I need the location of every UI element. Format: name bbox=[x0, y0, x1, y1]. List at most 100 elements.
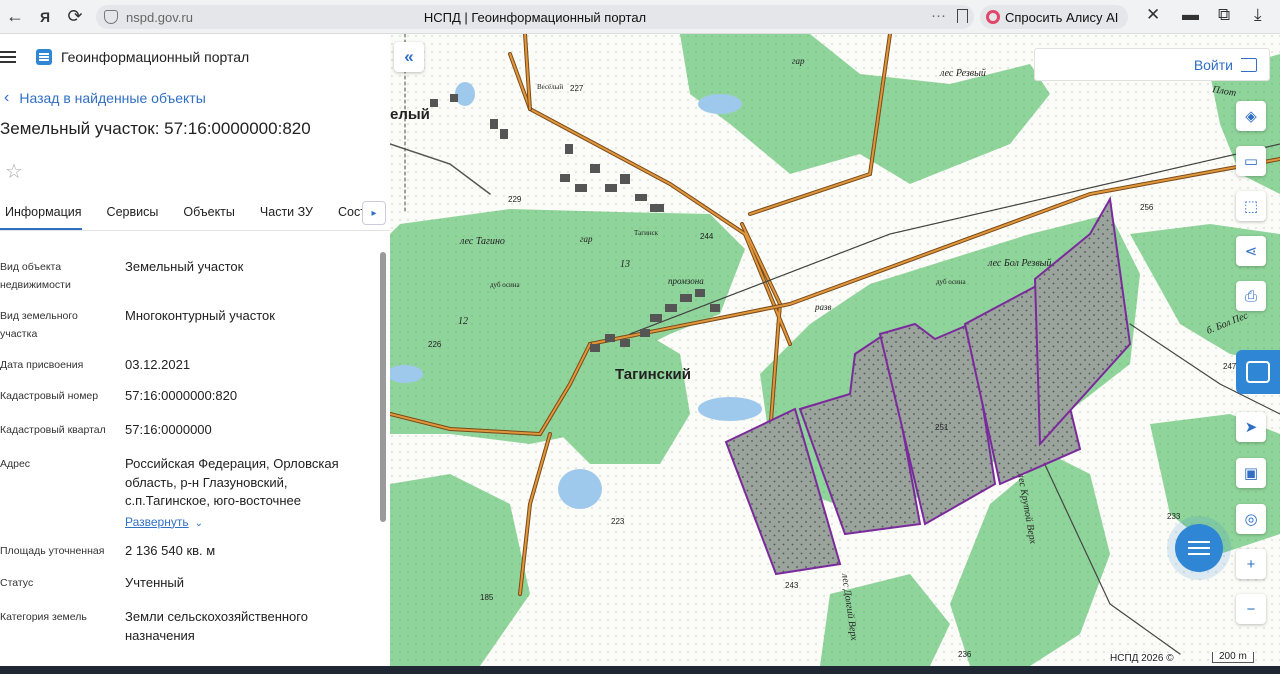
tab-information[interactable]: Информация bbox=[0, 199, 82, 230]
map-attribution: НСПД 2026 © bbox=[1107, 653, 1177, 664]
map-label-taginsk-small: Тагинск bbox=[634, 229, 659, 237]
svg-text:256: 256 bbox=[1140, 203, 1154, 212]
alice-label: Спросить Алису AI bbox=[1005, 9, 1119, 25]
chat-icon[interactable] bbox=[1175, 524, 1223, 572]
nspd-app-icon[interactable] bbox=[1236, 350, 1280, 394]
login-icon bbox=[1241, 57, 1257, 72]
map-label-gar1: гар bbox=[792, 56, 805, 66]
tab-parts[interactable]: Части ЗУ bbox=[260, 199, 313, 228]
property-label: Площадь уточненная bbox=[0, 545, 105, 557]
map-label-village: Тагинский bbox=[615, 366, 691, 383]
tab-bar: Информация Сервисы Объекты Части ЗУ Сост… bbox=[0, 199, 390, 231]
alice-icon bbox=[986, 10, 1000, 24]
login-label: Войти bbox=[1193, 56, 1233, 73]
property-label: Адрес bbox=[0, 458, 31, 470]
map-label-razv: разв bbox=[814, 302, 832, 312]
map-label-forest-tagino: лес Тагино bbox=[459, 236, 505, 247]
address-text: Российская Федерация, Орловская область,… bbox=[125, 456, 339, 508]
panel-header: Геоинформационный портал bbox=[0, 34, 390, 80]
map-label-ves: Весёлый bbox=[537, 83, 563, 91]
select-area-icon[interactable]: ⬚ bbox=[1236, 191, 1266, 221]
navigate-icon[interactable]: ➤ bbox=[1236, 412, 1266, 442]
property-value: 2 136 540 кв. м bbox=[125, 543, 216, 558]
property-label: Статус bbox=[0, 577, 34, 589]
zoom-out-icon[interactable]: − bbox=[1236, 594, 1266, 624]
object-title: Земельный участок: 57:16:0000000:820 bbox=[0, 119, 311, 138]
menu-icon[interactable] bbox=[0, 51, 16, 63]
svg-text:236: 236 bbox=[958, 650, 972, 659]
login-button[interactable]: Войти bbox=[1034, 48, 1270, 81]
map-label-village-left: елый bbox=[390, 106, 430, 123]
svg-text:229: 229 bbox=[508, 195, 522, 204]
layers-icon[interactable]: ◈ bbox=[1236, 101, 1266, 131]
svg-text:247: 247 bbox=[1223, 362, 1237, 371]
geolocate-icon[interactable]: ◎ bbox=[1236, 504, 1266, 534]
scrollbar-thumb[interactable] bbox=[380, 252, 386, 522]
tab-objects[interactable]: Объекты bbox=[183, 199, 235, 228]
property-value: Российская Федерация, Орловская область,… bbox=[125, 455, 365, 533]
browser-page-title: НСПД | Геоинформационный портал bbox=[423, 9, 647, 25]
svg-text:243: 243 bbox=[785, 581, 799, 590]
share-icon[interactable]: ⋖ bbox=[1236, 236, 1266, 266]
map-view[interactable]: елый Тагинский лес Тагино лес Резвый лес… bbox=[390, 34, 1280, 666]
tabs-scroll-right-button[interactable]: ▸ bbox=[362, 201, 386, 225]
property-value: 03.12.2021 bbox=[125, 357, 191, 372]
property-value: Земли сельскохозяйственного назначения bbox=[125, 609, 308, 643]
back-link[interactable]: ‹ Назад в найденные объекты bbox=[0, 84, 390, 112]
svg-text:223: 223 bbox=[611, 517, 625, 526]
ruler-icon[interactable]: ▭ bbox=[1236, 146, 1266, 176]
svg-text:185: 185 bbox=[480, 593, 494, 602]
zoom-in-icon[interactable]: + bbox=[1236, 549, 1266, 579]
svg-text:227: 227 bbox=[570, 84, 584, 93]
back-link-label: Назад в найденные объекты bbox=[19, 90, 206, 106]
map-label-promzona: промзона bbox=[668, 276, 704, 286]
map-label-oak1: дуб осина bbox=[490, 281, 521, 289]
map-label-gar2: гар bbox=[580, 234, 593, 244]
map-label-forest-bol-rezvy: лес Бол Резвый bbox=[987, 258, 1051, 269]
alice-button[interactable]: Спросить Алису AI bbox=[980, 5, 1129, 29]
panel-scrollbar[interactable] bbox=[380, 252, 386, 664]
property-value: Многоконтурный участок bbox=[125, 308, 275, 323]
property-label: Кадастровый квартал bbox=[0, 424, 106, 436]
map-label-12: 12 bbox=[458, 316, 468, 327]
arrow-left-icon[interactable]: ← bbox=[0, 2, 30, 32]
property-label: Кадастровый номер bbox=[0, 390, 99, 402]
svg-text:233: 233 bbox=[1167, 512, 1181, 521]
print-icon[interactable]: ⎙ bbox=[1236, 281, 1266, 311]
property-value: Учтенный bbox=[125, 575, 185, 590]
svg-text:251: 251 bbox=[935, 423, 949, 432]
property-value: 57:16:0000000 bbox=[125, 422, 212, 437]
bookmark-icon[interactable] bbox=[957, 9, 968, 23]
address-bar[interactable]: nspd.gov.ru НСПД | Геоинформационный пор… bbox=[96, 5, 974, 29]
map-label-forest-rezvy: лес Резвый bbox=[939, 68, 986, 79]
property-label: Вид земельного участка bbox=[0, 310, 78, 340]
svg-text:226: 226 bbox=[428, 340, 442, 349]
map-label-oak2: дуб осина bbox=[936, 278, 967, 286]
object-info-panel: Геоинформационный портал ‹ Назад в найде… bbox=[0, 34, 390, 666]
chevron-left-icon: ‹ bbox=[4, 89, 10, 106]
topographic-map: елый Тагинский лес Тагино лес Резвый лес… bbox=[390, 34, 1280, 666]
more-dots-icon[interactable]: ··· bbox=[931, 7, 946, 24]
collapse-panel-button[interactable]: « bbox=[394, 42, 424, 72]
property-value: Земельный участок bbox=[125, 259, 244, 274]
property-label: Категория земель bbox=[0, 611, 87, 623]
portal-title: Геоинформационный портал bbox=[61, 49, 250, 65]
svg-text:244: 244 bbox=[700, 232, 714, 241]
copy-icon[interactable]: ⧉ bbox=[1218, 5, 1230, 25]
shield-ext-icon[interactable]: ▬ bbox=[1182, 5, 1199, 25]
map-scale-bar: 200 m bbox=[1212, 652, 1254, 663]
tab-services[interactable]: Сервисы bbox=[107, 199, 159, 228]
expand-link[interactable]: Развернуть ⌄ bbox=[125, 513, 365, 534]
property-label: Вид объекта недвижимости bbox=[0, 261, 71, 291]
extension-icon[interactable]: ✕ bbox=[1146, 5, 1160, 25]
yandex-icon[interactable]: Я bbox=[30, 2, 60, 32]
minimap-icon[interactable]: ▣ bbox=[1236, 458, 1266, 488]
portal-logo-icon bbox=[36, 49, 52, 65]
property-label: Дата присвоения bbox=[0, 359, 84, 371]
download-icon[interactable]: ⤓ bbox=[1254, 5, 1262, 25]
star-icon[interactable]: ☆ bbox=[0, 157, 28, 185]
map-label-13: 13 bbox=[620, 259, 630, 270]
os-taskbar bbox=[0, 666, 1280, 674]
property-value: 57:16:0000000:820 bbox=[125, 388, 238, 403]
reload-icon[interactable]: ⟳ bbox=[60, 2, 90, 32]
